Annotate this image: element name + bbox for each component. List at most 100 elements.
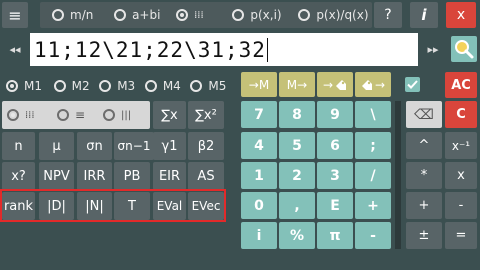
info-button[interactable]: i xyxy=(410,2,438,28)
key-minus[interactable]: - xyxy=(355,222,391,249)
key-8[interactable]: 8 xyxy=(279,101,315,128)
search-button[interactable] xyxy=(451,36,477,62)
x-query-button[interactable]: x? xyxy=(2,162,35,190)
key-label: + xyxy=(418,198,430,213)
add-button[interactable]: + xyxy=(406,192,442,219)
backspace-button[interactable]: ⌫ xyxy=(406,101,442,128)
sum-x2-button[interactable]: ∑x² xyxy=(188,101,224,129)
sigma-n-1-button[interactable]: σn−1 xyxy=(114,132,154,160)
clear-button[interactable]: C xyxy=(445,101,477,128)
tab-fraction[interactable]: m/n xyxy=(52,8,114,22)
tab-complex[interactable]: a+bi xyxy=(114,8,176,22)
beta-2-button[interactable]: β2 xyxy=(188,132,224,160)
radio-icon xyxy=(190,80,203,92)
tab-polynomial[interactable]: p(x,i) xyxy=(232,8,298,22)
memory-label: M3 xyxy=(117,79,136,93)
tab-label: a+bi xyxy=(132,8,161,22)
menu-button[interactable]: ≡ xyxy=(2,2,28,28)
key-imaginary[interactable]: i xyxy=(241,222,277,249)
key-comma[interactable]: , xyxy=(279,192,315,219)
sum-x-button[interactable]: ∑x xyxy=(153,101,186,129)
memory-m1[interactable]: M1 xyxy=(2,79,54,93)
tag-icon xyxy=(336,79,347,90)
plus-minus-button[interactable]: ± xyxy=(406,222,442,249)
mean-button[interactable]: μ xyxy=(39,132,74,160)
tag-in-button[interactable]: → xyxy=(317,72,353,97)
memory-m3[interactable]: M3 xyxy=(99,79,145,93)
key-3[interactable]: 3 xyxy=(317,162,353,189)
key-label: 9 xyxy=(330,106,340,123)
key-label: 4 xyxy=(254,137,264,154)
key-9[interactable]: 9 xyxy=(317,101,353,128)
equals-button[interactable]: = xyxy=(445,222,477,249)
key-column-separator[interactable]: ; xyxy=(355,132,391,159)
radio-selected-icon xyxy=(176,9,189,21)
subtract-button[interactable]: - xyxy=(445,192,477,219)
key-divide[interactable]: / xyxy=(355,162,391,189)
key-0[interactable]: 0 xyxy=(241,192,277,219)
key-1[interactable]: 1 xyxy=(241,162,277,189)
matrix-view-selector: ⁞⁞⁞ ≡ ||| xyxy=(2,101,150,129)
all-clear-button[interactable]: AC xyxy=(445,72,477,98)
tab-label: m/n xyxy=(70,8,94,22)
tag-out-button[interactable]: → xyxy=(355,72,391,97)
expression-input[interactable]: 11;12\21;22\31;32 xyxy=(30,33,418,66)
inverse-button[interactable]: x⁻¹ xyxy=(445,132,477,159)
count-button[interactable]: n xyxy=(2,132,35,160)
npv-button[interactable]: NPV xyxy=(39,162,74,190)
key-label: - xyxy=(370,227,376,244)
recall-memory-button[interactable]: M→ xyxy=(279,72,315,97)
power-button[interactable]: ^ xyxy=(406,132,442,159)
tab-label: ⁞⁞⁞ xyxy=(194,9,204,21)
key-label: PB xyxy=(123,168,141,184)
mode-tabs: m/n a+bi ⁞⁞⁞ p(x,i) p(x)/q(x) xyxy=(40,2,372,28)
view-grid[interactable]: ⁞⁞⁞ xyxy=(2,109,57,121)
key-exponent[interactable]: E xyxy=(317,192,353,219)
close-button[interactable]: x xyxy=(446,2,476,28)
key-plus[interactable]: + xyxy=(355,192,391,219)
as-button[interactable]: AS xyxy=(188,162,224,190)
tab-matrix[interactable]: ⁞⁞⁞ xyxy=(176,9,232,21)
memory-m2[interactable]: M2 xyxy=(53,79,100,93)
radio-icon xyxy=(52,9,64,21)
key-label: 3 xyxy=(330,167,340,184)
view-columns[interactable]: ||| xyxy=(103,109,149,121)
all-clear-label: AC xyxy=(451,77,471,93)
cursor-left-button[interactable]: ◂◂ xyxy=(2,34,28,64)
radio-icon xyxy=(103,109,115,121)
key-6[interactable]: 6 xyxy=(317,132,353,159)
irr-button[interactable]: IRR xyxy=(77,162,112,190)
key-2[interactable]: 2 xyxy=(279,162,315,189)
sigma-n-button[interactable]: σn xyxy=(77,132,112,160)
memory-m5[interactable]: M5 xyxy=(190,79,236,93)
key-5[interactable]: 5 xyxy=(279,132,315,159)
payback-button[interactable]: PB xyxy=(114,162,150,190)
view-rows[interactable]: ≡ xyxy=(57,108,103,122)
eir-button[interactable]: EIR xyxy=(153,162,186,190)
key-label: x xyxy=(457,168,465,183)
radio-selected-icon xyxy=(6,80,18,92)
memory-m4[interactable]: M4 xyxy=(144,79,191,93)
tab-rational[interactable]: p(x)/q(x) xyxy=(298,8,372,22)
radio-icon xyxy=(57,109,69,121)
store-memory-button[interactable]: →M xyxy=(241,72,277,97)
key-percent[interactable]: % xyxy=(279,222,315,249)
keep-checkbox[interactable] xyxy=(405,77,420,92)
key-7[interactable]: 7 xyxy=(241,101,277,128)
tag-icon xyxy=(361,79,372,90)
radio-selected-icon xyxy=(7,109,19,121)
help-button[interactable]: ? xyxy=(374,2,402,28)
key-label: 0 xyxy=(254,197,264,214)
expression-text: 11;12\21;22\31;32 xyxy=(34,37,266,62)
multiply-button[interactable]: * xyxy=(406,162,442,189)
double-left-arrow-icon: ◂◂ xyxy=(9,42,21,56)
text-cursor xyxy=(266,37,268,62)
key-row-separator[interactable]: \ xyxy=(355,101,391,128)
gamma-1-button[interactable]: γ1 xyxy=(153,132,186,160)
key-label: x⁻¹ xyxy=(451,138,471,153)
key-4[interactable]: 4 xyxy=(241,132,277,159)
key-label: ^ xyxy=(418,138,430,153)
cursor-right-button[interactable]: ▸▸ xyxy=(420,34,446,64)
key-pi[interactable]: π xyxy=(317,222,353,249)
variable-x-button[interactable]: x xyxy=(445,162,477,189)
